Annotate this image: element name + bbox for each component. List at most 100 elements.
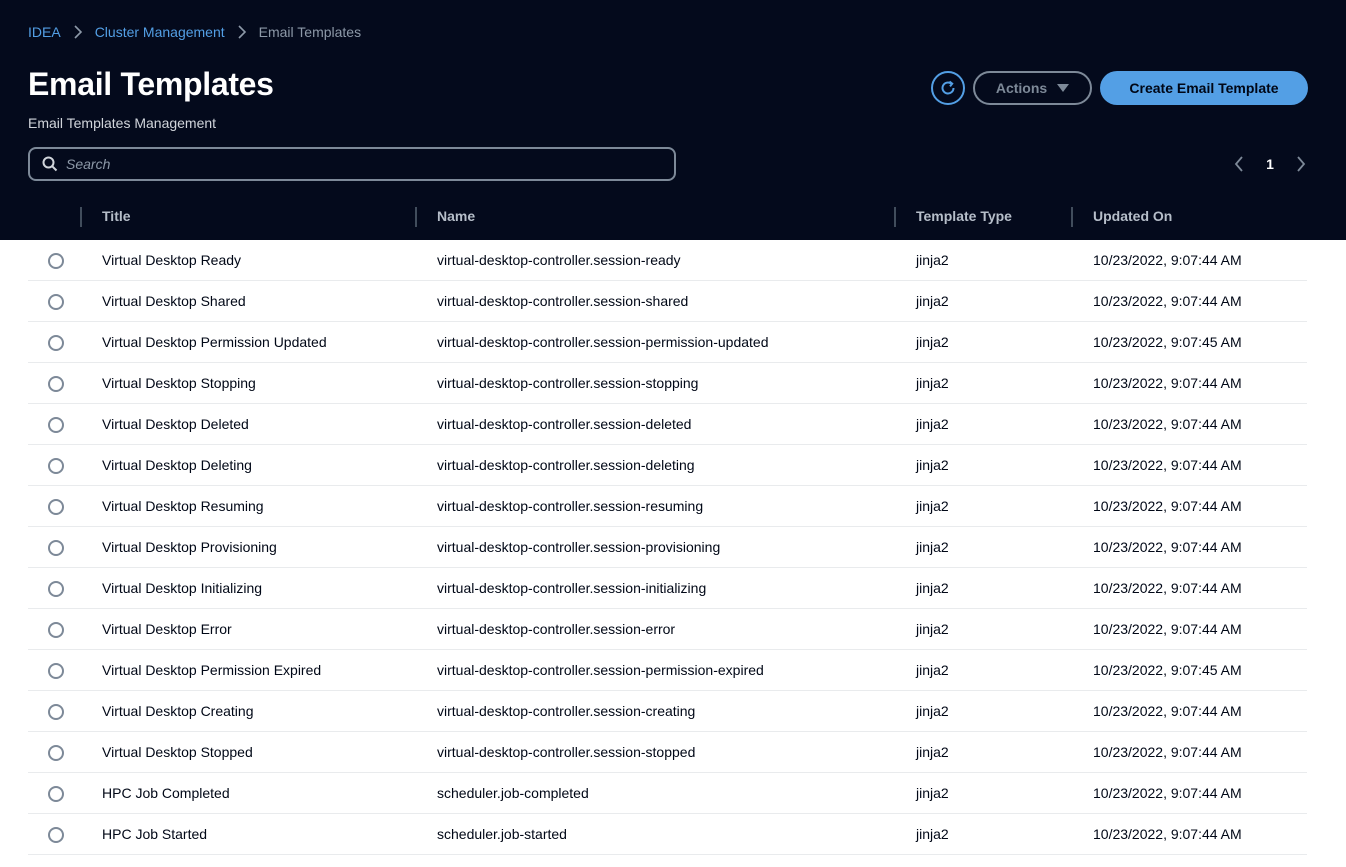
cell-title: Virtual Desktop Resuming <box>102 498 264 514</box>
row-select-radio[interactable] <box>48 499 64 515</box>
search-input[interactable] <box>66 156 674 172</box>
row-select-radio[interactable] <box>48 827 64 843</box>
cell-title: Virtual Desktop Stopping <box>102 375 256 391</box>
cell-title: Virtual Desktop Stopped <box>102 744 253 760</box>
cell-name: virtual-desktop-controller.session-initi… <box>437 580 707 596</box>
cell-title: Virtual Desktop Initializing <box>102 580 263 596</box>
cell-name: virtual-desktop-controller.session-stopp… <box>437 744 696 760</box>
cell-name: scheduler.job-started <box>437 826 567 842</box>
table-row[interactable]: Virtual Desktop Creating virtual-desktop-… <box>28 691 1307 732</box>
chevron-right-icon <box>73 25 83 39</box>
cell-name: virtual-desktop-controller.session-delet… <box>437 457 695 473</box>
cell-template-type: jinja2 <box>916 744 949 760</box>
row-select-radio[interactable] <box>48 335 64 351</box>
cell-name: virtual-desktop-controller.session-provi… <box>437 539 721 555</box>
next-page-button[interactable] <box>1292 152 1310 176</box>
breadcrumb-item-cluster-management[interactable]: Cluster Management <box>95 24 225 40</box>
create-email-template-label: Create Email Template <box>1129 80 1279 96</box>
pagination: 1 <box>1230 150 1310 178</box>
page-header: IDEA Cluster Management Email Templates … <box>0 0 1346 240</box>
cell-name: virtual-desktop-controller.session-ready <box>437 252 681 268</box>
cell-template-type: jinja2 <box>916 703 949 719</box>
cell-template-type: jinja2 <box>916 826 949 842</box>
cell-updated-on: 10/23/2022, 9:07:44 AM <box>1093 580 1242 596</box>
cell-title: Virtual Desktop Creating <box>102 703 254 719</box>
cell-template-type: jinja2 <box>916 416 949 432</box>
cell-updated-on: 10/23/2022, 9:07:44 AM <box>1093 375 1242 391</box>
actions-dropdown-button[interactable]: Actions <box>973 71 1092 105</box>
row-select-radio[interactable] <box>48 294 64 310</box>
cell-updated-on: 10/23/2022, 9:07:44 AM <box>1093 498 1242 514</box>
cell-title: Virtual Desktop Permission Expired <box>102 662 322 678</box>
cell-template-type: jinja2 <box>916 785 949 801</box>
cell-name: virtual-desktop-controller.session-permi… <box>437 334 769 350</box>
column-header-updated-on[interactable]: Updated On <box>1093 208 1172 228</box>
cell-updated-on: 10/23/2022, 9:07:44 AM <box>1093 252 1242 268</box>
column-divider[interactable] <box>1071 207 1073 227</box>
cell-template-type: jinja2 <box>916 621 949 637</box>
cell-updated-on: 10/23/2022, 9:07:44 AM <box>1093 785 1242 801</box>
cell-template-type: jinja2 <box>916 580 949 596</box>
chevron-right-icon <box>237 25 247 39</box>
breadcrumb-item-idea[interactable]: IDEA <box>28 24 61 40</box>
previous-page-button[interactable] <box>1230 152 1248 176</box>
cell-template-type: jinja2 <box>916 252 949 268</box>
table-row[interactable]: Virtual Desktop Resuming virtual-desktop-… <box>28 486 1307 527</box>
row-select-radio[interactable] <box>48 376 64 392</box>
table-row[interactable]: Virtual Desktop Error virtual-desktop-con… <box>28 609 1307 650</box>
row-select-radio[interactable] <box>48 786 64 802</box>
column-divider[interactable] <box>80 207 82 227</box>
page-title: Email Templates <box>28 66 274 102</box>
table-row[interactable]: Virtual Desktop Deleting virtual-desktop-… <box>28 445 1307 486</box>
table-row[interactable]: Virtual Desktop Shared virtual-desktop-co… <box>28 281 1307 322</box>
cell-updated-on: 10/23/2022, 9:07:44 AM <box>1093 826 1242 842</box>
refresh-icon <box>941 80 955 95</box>
cell-updated-on: 10/23/2022, 9:07:44 AM <box>1093 416 1242 432</box>
column-header-title[interactable]: Title <box>102 208 131 228</box>
cell-title: HPC Job Started <box>102 826 208 842</box>
row-select-radio[interactable] <box>48 540 64 556</box>
page-number-current[interactable]: 1 <box>1266 156 1274 172</box>
table-row[interactable]: HPC Job Started scheduler.job-started jinj… <box>28 814 1307 855</box>
cell-template-type: jinja2 <box>916 375 949 391</box>
page-subtitle: Email Templates Management <box>28 115 217 131</box>
row-select-radio[interactable] <box>48 622 64 638</box>
refresh-button[interactable] <box>931 71 965 105</box>
table-row[interactable]: Virtual Desktop Initializing virtual-desk… <box>28 568 1307 609</box>
cell-name: virtual-desktop-controller.session-resum… <box>437 498 704 514</box>
table-row[interactable]: Virtual Desktop Deleted virtual-desktop-c… <box>28 404 1307 445</box>
row-select-radio[interactable] <box>48 253 64 269</box>
cell-name: virtual-desktop-controller.session-error <box>437 621 676 637</box>
breadcrumb-item-current: Email Templates <box>258 24 362 40</box>
actions-label: Actions <box>995 80 1048 96</box>
row-select-radio[interactable] <box>48 745 64 761</box>
table-row[interactable]: HPC Job Completed scheduler.job-completed… <box>28 773 1307 814</box>
row-select-radio[interactable] <box>48 663 64 679</box>
table-row[interactable]: Virtual Desktop Provisioning virtual-desk… <box>28 527 1307 568</box>
row-select-radio[interactable] <box>48 704 64 720</box>
table-row[interactable]: Virtual Desktop Stopped virtual-desktop-c… <box>28 732 1307 773</box>
search-field[interactable] <box>28 147 676 181</box>
chevron-right-icon <box>1297 156 1306 172</box>
table-row[interactable]: Virtual Desktop Permission Expired virtua… <box>28 650 1307 691</box>
column-header-name[interactable]: Name <box>437 208 475 228</box>
cell-title: HPC Job Completed <box>102 785 230 801</box>
create-email-template-button[interactable]: Create Email Template <box>1100 71 1308 105</box>
cell-template-type: jinja2 <box>916 662 949 678</box>
cell-updated-on: 10/23/2022, 9:07:45 AM <box>1093 334 1242 350</box>
cell-template-type: jinja2 <box>916 498 949 514</box>
row-select-radio[interactable] <box>48 581 64 597</box>
table-row[interactable]: Virtual Desktop Stopping virtual-desktop-… <box>28 363 1307 404</box>
row-select-radio[interactable] <box>48 417 64 433</box>
cell-updated-on: 10/23/2022, 9:07:44 AM <box>1093 703 1242 719</box>
chevron-left-icon <box>1234 156 1243 172</box>
table-row[interactable]: Virtual Desktop Ready virtual-desktop-con… <box>28 240 1307 281</box>
row-select-radio[interactable] <box>48 458 64 474</box>
cell-title: Virtual Desktop Ready <box>102 252 242 268</box>
column-divider[interactable] <box>415 207 417 227</box>
cell-template-type: jinja2 <box>916 539 949 555</box>
column-divider[interactable] <box>894 207 896 227</box>
cell-title: Virtual Desktop Error <box>102 621 232 637</box>
table-row[interactable]: Virtual Desktop Permission Updated virtua… <box>28 322 1307 363</box>
column-header-template-type[interactable]: Template Type <box>916 208 1012 228</box>
